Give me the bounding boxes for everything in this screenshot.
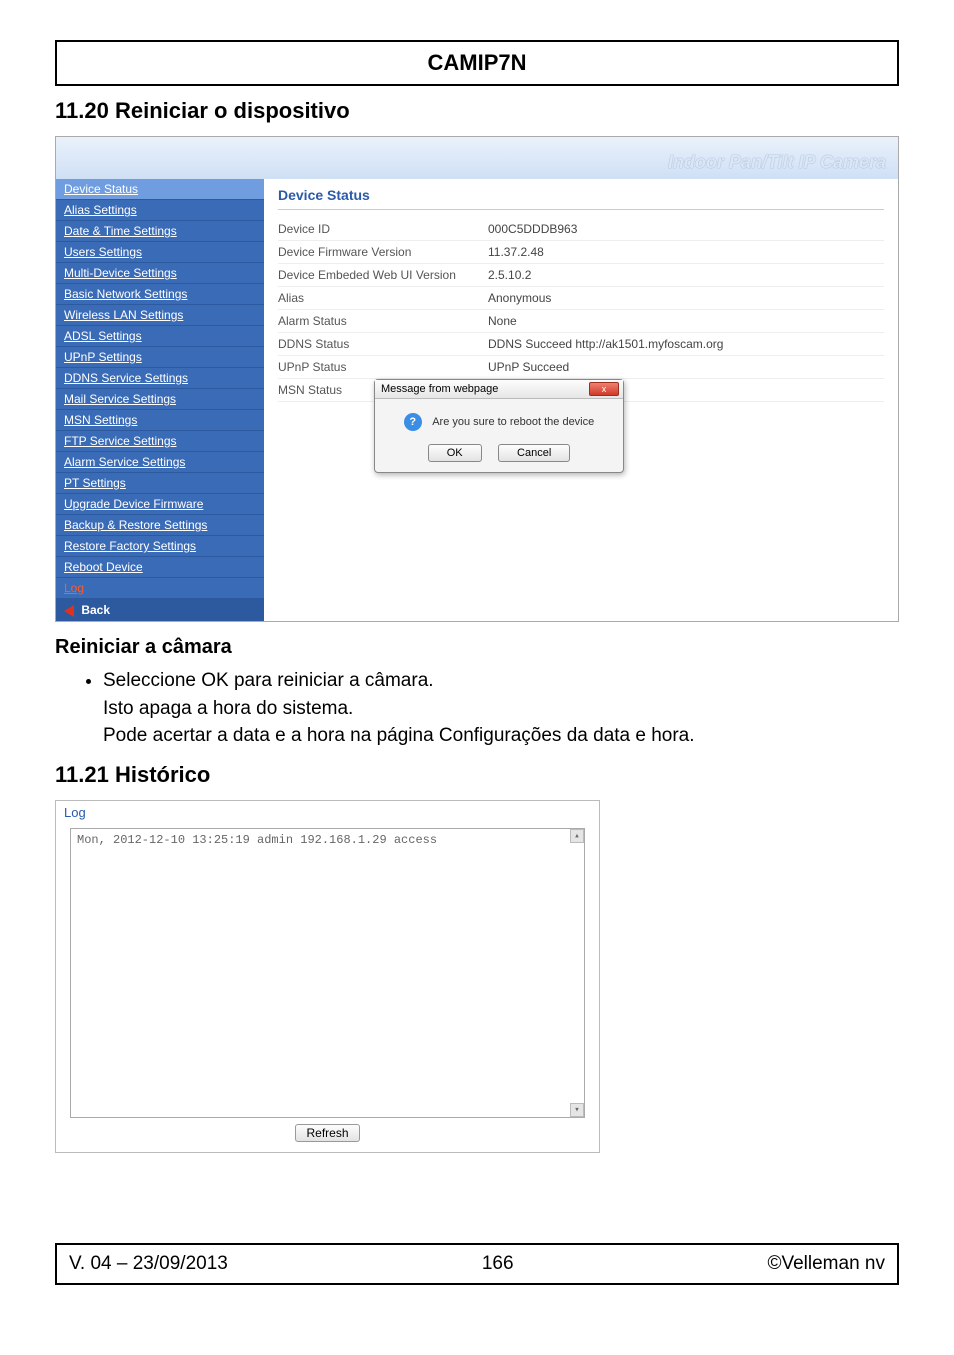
- sidebar-item-multi-device-settings[interactable]: Multi-Device Settings: [56, 263, 264, 284]
- instruction-bullet: Seleccione OK para reiniciar a câmara. I…: [103, 667, 899, 750]
- log-legend: Log: [56, 801, 599, 820]
- sidebar-item-date-time-settings[interactable]: Date & Time Settings: [56, 221, 264, 242]
- document-title: CAMIP7N: [55, 40, 899, 86]
- sidebar-back-label: Back: [81, 603, 110, 617]
- row-upnp-status: UPnP StatusUPnP Succeed: [278, 356, 884, 379]
- footer-page-number: 166: [482, 1253, 514, 1275]
- sidebar-item-users-settings[interactable]: Users Settings: [56, 242, 264, 263]
- screenshot-reboot: Indoor Pan/Tilt IP Camera Device Status …: [55, 136, 899, 622]
- sidebar-item-backup-restore-settings[interactable]: Backup & Restore Settings: [56, 515, 264, 536]
- dialog-message: Are you sure to reboot the device: [432, 416, 594, 428]
- dialog-close-button[interactable]: x: [589, 382, 619, 396]
- value: None: [488, 314, 884, 328]
- sidebar-item-alias-settings[interactable]: Alias Settings: [56, 200, 264, 221]
- dialog-body: ? Are you sure to reboot the device: [375, 399, 623, 435]
- section-11-20-heading: 11.20 Reiniciar o dispositivo: [55, 98, 899, 124]
- content-pane: Device Status Device ID000C5DDDB963 Devi…: [264, 179, 898, 621]
- cancel-button[interactable]: Cancel: [498, 444, 570, 462]
- value: UPnP Succeed: [488, 360, 884, 374]
- row-alias: AliasAnonymous: [278, 287, 884, 310]
- value: Anonymous: [488, 291, 884, 305]
- sidebar-item-restore-factory-settings[interactable]: Restore Factory Settings: [56, 536, 264, 557]
- sidebar-item-pt-settings[interactable]: PT Settings: [56, 473, 264, 494]
- sidebar-item-upnp-settings[interactable]: UPnP Settings: [56, 347, 264, 368]
- sidebar-item-mail-service-settings[interactable]: Mail Service Settings: [56, 389, 264, 410]
- label: DDNS Status: [278, 337, 488, 351]
- log-textarea[interactable]: ▴ Mon, 2012-12-10 13:25:19 admin 192.168…: [70, 828, 585, 1118]
- sidebar-item-adsl-settings[interactable]: ADSL Settings: [56, 326, 264, 347]
- label: Alarm Status: [278, 314, 488, 328]
- content-title: Device Status: [278, 187, 884, 210]
- sidebar-item-basic-network-settings[interactable]: Basic Network Settings: [56, 284, 264, 305]
- label: Device Firmware Version: [278, 245, 488, 259]
- ok-button[interactable]: OK: [428, 444, 482, 462]
- section-11-21-heading: 11.21 Histórico: [55, 762, 899, 788]
- question-icon: ?: [404, 413, 422, 431]
- screenshot-header: Indoor Pan/Tilt IP Camera: [56, 137, 898, 179]
- value: DDNS Succeed http://ak1501.myfoscam.org: [488, 337, 884, 351]
- row-ddns-status: DDNS StatusDDNS Succeed http://ak1501.my…: [278, 333, 884, 356]
- sidebar-item-reboot-device[interactable]: Reboot Device: [56, 557, 264, 578]
- subhead-reiniciar-camara: Reiniciar a câmara: [55, 636, 899, 659]
- value: 11.37.2.48: [488, 245, 884, 259]
- sidebar-item-msn-settings[interactable]: MSN Settings: [56, 410, 264, 431]
- label: Alias: [278, 291, 488, 305]
- bullet-line-3: Pode acertar a data e a hora na página C…: [103, 725, 695, 746]
- sidebar-item-alarm-service-settings[interactable]: Alarm Service Settings: [56, 452, 264, 473]
- bullet-line-2: Isto apaga a hora do sistema.: [103, 698, 353, 719]
- row-web-ui-version: Device Embeded Web UI Version2.5.10.2: [278, 264, 884, 287]
- footer-copyright: ©Velleman nv: [767, 1253, 885, 1275]
- row-alarm-status: Alarm StatusNone: [278, 310, 884, 333]
- page-footer: V. 04 – 23/09/2013 166 ©Velleman nv: [55, 1243, 899, 1285]
- settings-sidebar: Device Status Alias Settings Date & Time…: [56, 179, 264, 621]
- sidebar-item-log[interactable]: Log: [56, 578, 264, 599]
- refresh-button[interactable]: Refresh: [295, 1124, 359, 1142]
- sidebar-item-ftp-service-settings[interactable]: FTP Service Settings: [56, 431, 264, 452]
- label: Device Embeded Web UI Version: [278, 268, 488, 282]
- camera-brand-label: Indoor Pan/Tilt IP Camera: [668, 152, 886, 173]
- value: 000C5DDDB963: [488, 222, 884, 236]
- scroll-up-icon[interactable]: ▴: [570, 829, 584, 843]
- footer-version: V. 04 – 23/09/2013: [69, 1253, 228, 1275]
- sidebar-item-wireless-lan-settings[interactable]: Wireless LAN Settings: [56, 305, 264, 326]
- sidebar-back[interactable]: Back: [56, 599, 264, 621]
- bullet-line-1: Seleccione OK para reiniciar a câmara.: [103, 670, 434, 691]
- screenshot-log: Log ▴ Mon, 2012-12-10 13:25:19 admin 192…: [55, 800, 600, 1153]
- scroll-down-icon[interactable]: ▾: [570, 1103, 584, 1117]
- confirm-dialog: Message from webpage x ? Are you sure to…: [374, 379, 624, 473]
- row-device-id: Device ID000C5DDDB963: [278, 218, 884, 241]
- sidebar-item-ddns-service-settings[interactable]: DDNS Service Settings: [56, 368, 264, 389]
- back-arrow-icon: [64, 605, 74, 617]
- label: UPnP Status: [278, 360, 488, 374]
- sidebar-item-device-status[interactable]: Device Status: [56, 179, 264, 200]
- dialog-title: Message from webpage: [381, 383, 498, 395]
- row-firmware-version: Device Firmware Version11.37.2.48: [278, 241, 884, 264]
- label: Device ID: [278, 222, 488, 236]
- sidebar-item-upgrade-device-firmware[interactable]: Upgrade Device Firmware: [56, 494, 264, 515]
- log-entry: Mon, 2012-12-10 13:25:19 admin 192.168.1…: [77, 833, 437, 847]
- dialog-title-bar: Message from webpage x: [375, 380, 623, 399]
- value: 2.5.10.2: [488, 268, 884, 282]
